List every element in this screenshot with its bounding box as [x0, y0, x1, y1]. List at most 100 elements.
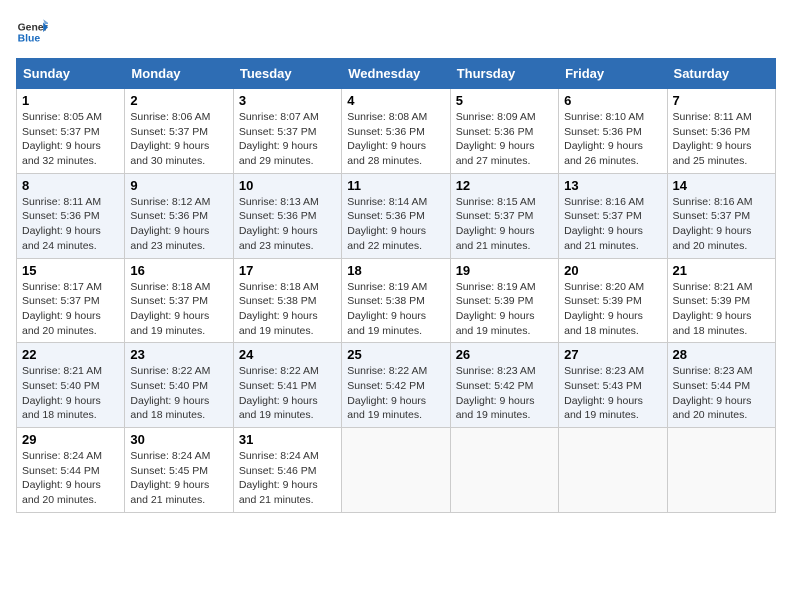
col-header-saturday: Saturday: [667, 59, 775, 89]
calendar-cell: 6 Sunrise: 8:10 AM Sunset: 5:36 PM Dayli…: [559, 89, 667, 174]
calendar-cell: 28 Sunrise: 8:23 AM Sunset: 5:44 PM Dayl…: [667, 343, 775, 428]
day-number: 1: [22, 93, 119, 108]
calendar-cell: 20 Sunrise: 8:20 AM Sunset: 5:39 PM Dayl…: [559, 258, 667, 343]
day-number: 24: [239, 347, 336, 362]
day-info: Sunrise: 8:16 AM Sunset: 5:37 PM Dayligh…: [564, 196, 644, 252]
day-info: Sunrise: 8:18 AM Sunset: 5:38 PM Dayligh…: [239, 281, 319, 337]
day-info: Sunrise: 8:19 AM Sunset: 5:38 PM Dayligh…: [347, 281, 427, 337]
calendar-cell: 5 Sunrise: 8:09 AM Sunset: 5:36 PM Dayli…: [450, 89, 558, 174]
day-number: 12: [456, 178, 553, 193]
calendar-week-5: 29 Sunrise: 8:24 AM Sunset: 5:44 PM Dayl…: [17, 428, 776, 513]
day-info: Sunrise: 8:09 AM Sunset: 5:36 PM Dayligh…: [456, 111, 536, 167]
calendar-cell: 17 Sunrise: 8:18 AM Sunset: 5:38 PM Dayl…: [233, 258, 341, 343]
calendar-cell: 13 Sunrise: 8:16 AM Sunset: 5:37 PM Dayl…: [559, 173, 667, 258]
calendar-cell: 7 Sunrise: 8:11 AM Sunset: 5:36 PM Dayli…: [667, 89, 775, 174]
calendar-cell: 26 Sunrise: 8:23 AM Sunset: 5:42 PM Dayl…: [450, 343, 558, 428]
calendar-cell: [450, 428, 558, 513]
day-info: Sunrise: 8:22 AM Sunset: 5:42 PM Dayligh…: [347, 365, 427, 421]
day-info: Sunrise: 8:18 AM Sunset: 5:37 PM Dayligh…: [130, 281, 210, 337]
calendar-week-3: 15 Sunrise: 8:17 AM Sunset: 5:37 PM Dayl…: [17, 258, 776, 343]
calendar-cell: 22 Sunrise: 8:21 AM Sunset: 5:40 PM Dayl…: [17, 343, 125, 428]
calendar-cell: 29 Sunrise: 8:24 AM Sunset: 5:44 PM Dayl…: [17, 428, 125, 513]
calendar-cell: 2 Sunrise: 8:06 AM Sunset: 5:37 PM Dayli…: [125, 89, 233, 174]
col-header-friday: Friday: [559, 59, 667, 89]
day-number: 13: [564, 178, 661, 193]
col-header-monday: Monday: [125, 59, 233, 89]
day-info: Sunrise: 8:07 AM Sunset: 5:37 PM Dayligh…: [239, 111, 319, 167]
calendar-cell: 1 Sunrise: 8:05 AM Sunset: 5:37 PM Dayli…: [17, 89, 125, 174]
day-number: 14: [673, 178, 770, 193]
logo: General Blue: [16, 16, 48, 48]
calendar-cell: 3 Sunrise: 8:07 AM Sunset: 5:37 PM Dayli…: [233, 89, 341, 174]
day-info: Sunrise: 8:12 AM Sunset: 5:36 PM Dayligh…: [130, 196, 210, 252]
day-number: 17: [239, 263, 336, 278]
day-number: 6: [564, 93, 661, 108]
logo-icon: General Blue: [16, 16, 48, 48]
svg-text:Blue: Blue: [18, 34, 41, 45]
calendar-week-1: 1 Sunrise: 8:05 AM Sunset: 5:37 PM Dayli…: [17, 89, 776, 174]
day-number: 15: [22, 263, 119, 278]
day-number: 25: [347, 347, 444, 362]
day-number: 20: [564, 263, 661, 278]
day-number: 27: [564, 347, 661, 362]
calendar-cell: 12 Sunrise: 8:15 AM Sunset: 5:37 PM Dayl…: [450, 173, 558, 258]
day-info: Sunrise: 8:08 AM Sunset: 5:36 PM Dayligh…: [347, 111, 427, 167]
calendar-cell: 16 Sunrise: 8:18 AM Sunset: 5:37 PM Dayl…: [125, 258, 233, 343]
day-number: 28: [673, 347, 770, 362]
col-header-tuesday: Tuesday: [233, 59, 341, 89]
day-info: Sunrise: 8:06 AM Sunset: 5:37 PM Dayligh…: [130, 111, 210, 167]
day-number: 11: [347, 178, 444, 193]
day-info: Sunrise: 8:21 AM Sunset: 5:39 PM Dayligh…: [673, 281, 753, 337]
day-number: 16: [130, 263, 227, 278]
day-number: 19: [456, 263, 553, 278]
day-number: 29: [22, 432, 119, 447]
day-info: Sunrise: 8:14 AM Sunset: 5:36 PM Dayligh…: [347, 196, 427, 252]
day-info: Sunrise: 8:23 AM Sunset: 5:43 PM Dayligh…: [564, 365, 644, 421]
day-info: Sunrise: 8:22 AM Sunset: 5:41 PM Dayligh…: [239, 365, 319, 421]
day-number: 7: [673, 93, 770, 108]
calendar-cell: 25 Sunrise: 8:22 AM Sunset: 5:42 PM Dayl…: [342, 343, 450, 428]
calendar-cell: 11 Sunrise: 8:14 AM Sunset: 5:36 PM Dayl…: [342, 173, 450, 258]
calendar-cell: 27 Sunrise: 8:23 AM Sunset: 5:43 PM Dayl…: [559, 343, 667, 428]
day-info: Sunrise: 8:11 AM Sunset: 5:36 PM Dayligh…: [22, 196, 101, 252]
calendar-cell: 19 Sunrise: 8:19 AM Sunset: 5:39 PM Dayl…: [450, 258, 558, 343]
day-number: 5: [456, 93, 553, 108]
calendar-cell: 15 Sunrise: 8:17 AM Sunset: 5:37 PM Dayl…: [17, 258, 125, 343]
day-info: Sunrise: 8:13 AM Sunset: 5:36 PM Dayligh…: [239, 196, 319, 252]
day-info: Sunrise: 8:24 AM Sunset: 5:44 PM Dayligh…: [22, 450, 102, 506]
col-header-wednesday: Wednesday: [342, 59, 450, 89]
day-info: Sunrise: 8:21 AM Sunset: 5:40 PM Dayligh…: [22, 365, 102, 421]
day-number: 21: [673, 263, 770, 278]
calendar-cell: [342, 428, 450, 513]
day-number: 26: [456, 347, 553, 362]
calendar-cell: 30 Sunrise: 8:24 AM Sunset: 5:45 PM Dayl…: [125, 428, 233, 513]
calendar-cell: [559, 428, 667, 513]
calendar-cell: 9 Sunrise: 8:12 AM Sunset: 5:36 PM Dayli…: [125, 173, 233, 258]
day-number: 31: [239, 432, 336, 447]
day-number: 9: [130, 178, 227, 193]
day-number: 22: [22, 347, 119, 362]
calendar-cell: 8 Sunrise: 8:11 AM Sunset: 5:36 PM Dayli…: [17, 173, 125, 258]
day-info: Sunrise: 8:11 AM Sunset: 5:36 PM Dayligh…: [673, 111, 752, 167]
day-info: Sunrise: 8:15 AM Sunset: 5:37 PM Dayligh…: [456, 196, 536, 252]
day-number: 4: [347, 93, 444, 108]
day-info: Sunrise: 8:10 AM Sunset: 5:36 PM Dayligh…: [564, 111, 644, 167]
day-number: 2: [130, 93, 227, 108]
day-number: 10: [239, 178, 336, 193]
calendar-cell: 24 Sunrise: 8:22 AM Sunset: 5:41 PM Dayl…: [233, 343, 341, 428]
day-info: Sunrise: 8:24 AM Sunset: 5:45 PM Dayligh…: [130, 450, 210, 506]
col-header-sunday: Sunday: [17, 59, 125, 89]
day-info: Sunrise: 8:19 AM Sunset: 5:39 PM Dayligh…: [456, 281, 536, 337]
day-info: Sunrise: 8:16 AM Sunset: 5:37 PM Dayligh…: [673, 196, 753, 252]
day-number: 3: [239, 93, 336, 108]
day-number: 30: [130, 432, 227, 447]
calendar-week-2: 8 Sunrise: 8:11 AM Sunset: 5:36 PM Dayli…: [17, 173, 776, 258]
calendar-cell: 10 Sunrise: 8:13 AM Sunset: 5:36 PM Dayl…: [233, 173, 341, 258]
day-info: Sunrise: 8:22 AM Sunset: 5:40 PM Dayligh…: [130, 365, 210, 421]
col-header-thursday: Thursday: [450, 59, 558, 89]
day-info: Sunrise: 8:20 AM Sunset: 5:39 PM Dayligh…: [564, 281, 644, 337]
calendar-week-4: 22 Sunrise: 8:21 AM Sunset: 5:40 PM Dayl…: [17, 343, 776, 428]
day-number: 8: [22, 178, 119, 193]
day-number: 23: [130, 347, 227, 362]
calendar-cell: 31 Sunrise: 8:24 AM Sunset: 5:46 PM Dayl…: [233, 428, 341, 513]
